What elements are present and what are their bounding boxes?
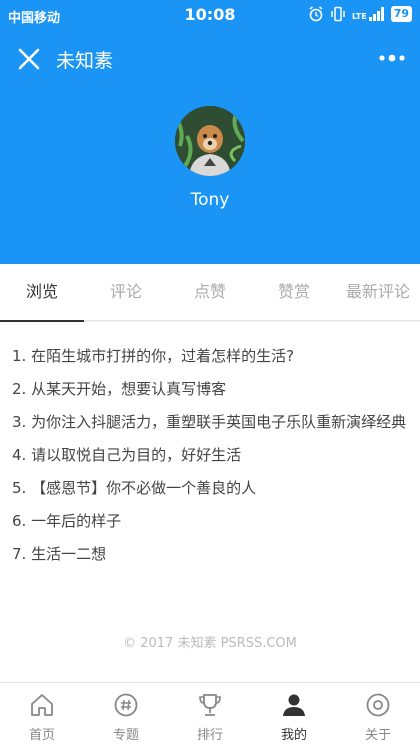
- nav-about-label: 关于: [364, 728, 391, 743]
- status-icons: LTE 79: [308, 6, 412, 22]
- avatar-image: [175, 106, 245, 176]
- profile-header: 未知素 Tony: [0, 32, 420, 264]
- lte-label: LTE: [351, 12, 367, 21]
- nav-ranking[interactable]: 排行: [168, 683, 252, 747]
- nav-mine[interactable]: 我的: [252, 683, 336, 747]
- status-bar: 中国移动 10:08 LTE 79: [0, 0, 420, 32]
- list-item[interactable]: 7. 生活一二想: [12, 541, 408, 568]
- vibrate-icon: [331, 6, 345, 22]
- article-list: 1. 在陌生城市打拼的你，过着怎样的生活? 2. 从某天开始，想要认真写博客 3…: [0, 322, 420, 616]
- nav-topics-label: 专题: [112, 728, 139, 743]
- nav-mine-label: 我的: [280, 728, 307, 743]
- lte-signal: LTE: [352, 7, 385, 21]
- nav-about[interactable]: 关于: [336, 683, 420, 747]
- hashtag-icon: [114, 693, 138, 717]
- list-item[interactable]: 6. 一年后的样子: [12, 508, 408, 535]
- list-item[interactable]: 4. 请以取悦自己为目的，好好生活: [12, 442, 408, 469]
- avatar[interactable]: [175, 106, 245, 176]
- signal-icon: [368, 7, 384, 21]
- close-icon[interactable]: [16, 46, 42, 72]
- tab-browse[interactable]: 浏览: [0, 264, 84, 322]
- tab-bar: 浏览 评论 点赞 赞赏 最新评论: [0, 264, 420, 322]
- bottom-nav: 首页 专题 排行 我的 关于: [0, 682, 420, 747]
- alarm-icon: [309, 6, 323, 22]
- nav-ranking-label: 排行: [196, 728, 223, 743]
- tab-likes[interactable]: 点赞: [168, 264, 252, 321]
- tab-rewards[interactable]: 赞赏: [252, 264, 336, 321]
- more-icon[interactable]: [378, 50, 406, 66]
- about-icon: [366, 693, 390, 717]
- nav-topics[interactable]: 专题: [84, 683, 168, 747]
- trophy-icon: [199, 694, 221, 716]
- list-item[interactable]: 3. 为你注入抖腿活力，重塑联手英国电子乐队重新演绎经典: [12, 409, 408, 436]
- home-icon: [31, 694, 53, 716]
- tab-comments[interactable]: 评论: [84, 264, 168, 321]
- list-item[interactable]: 5. 【感恩节】你不必做一个善良的人: [12, 475, 408, 502]
- list-item[interactable]: 1. 在陌生城市打拼的你，过着怎样的生活?: [12, 343, 408, 370]
- copyright-footer: © 2017 未知素 PSRSS.COM: [0, 616, 420, 682]
- nav-home-label: 首页: [28, 728, 55, 743]
- battery-indicator: 79: [390, 6, 412, 22]
- username: Tony: [190, 190, 230, 210]
- list-item[interactable]: 2. 从某天开始，想要认真写博客: [12, 376, 408, 403]
- page-title: 未知素: [56, 50, 114, 72]
- user-icon: [283, 694, 305, 716]
- nav-home[interactable]: 首页: [0, 683, 84, 747]
- tab-latest-comments[interactable]: 最新评论: [336, 264, 420, 321]
